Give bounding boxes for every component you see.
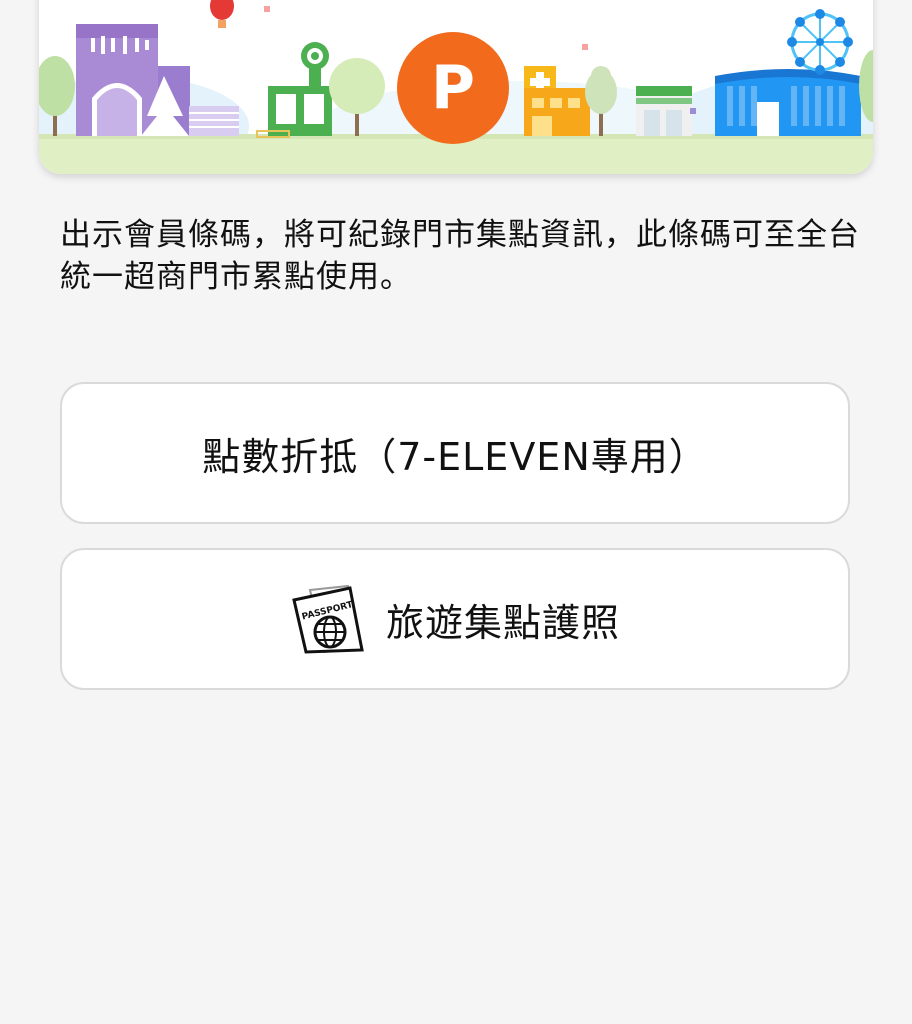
travel-passport-label: 旅遊集點護照	[385, 600, 620, 645]
page: P 出示會員條碼，將可紀錄門市集點資訊，此條碼可至全台統一超商門市累點使用。 點…	[0, 0, 912, 1024]
points-redemption-button[interactable]: 點數折抵（7-ELEVEN專用）	[60, 382, 850, 524]
travel-passport-button[interactable]: PASSPORT 旅遊集點護照	[60, 548, 850, 690]
logo-p-icon: P	[431, 53, 475, 123]
points-redemption-label: 點數折抵（7-ELEVEN專用）	[202, 434, 708, 479]
city-illustration-banner: P	[39, 0, 873, 174]
passport-icon: PASSPORT	[290, 584, 366, 654]
member-barcode-description: 出示會員條碼，將可紀錄門市集點資訊，此條碼可至全台統一超商門市累點使用。	[60, 217, 860, 295]
city-illustration: P	[39, 0, 873, 174]
